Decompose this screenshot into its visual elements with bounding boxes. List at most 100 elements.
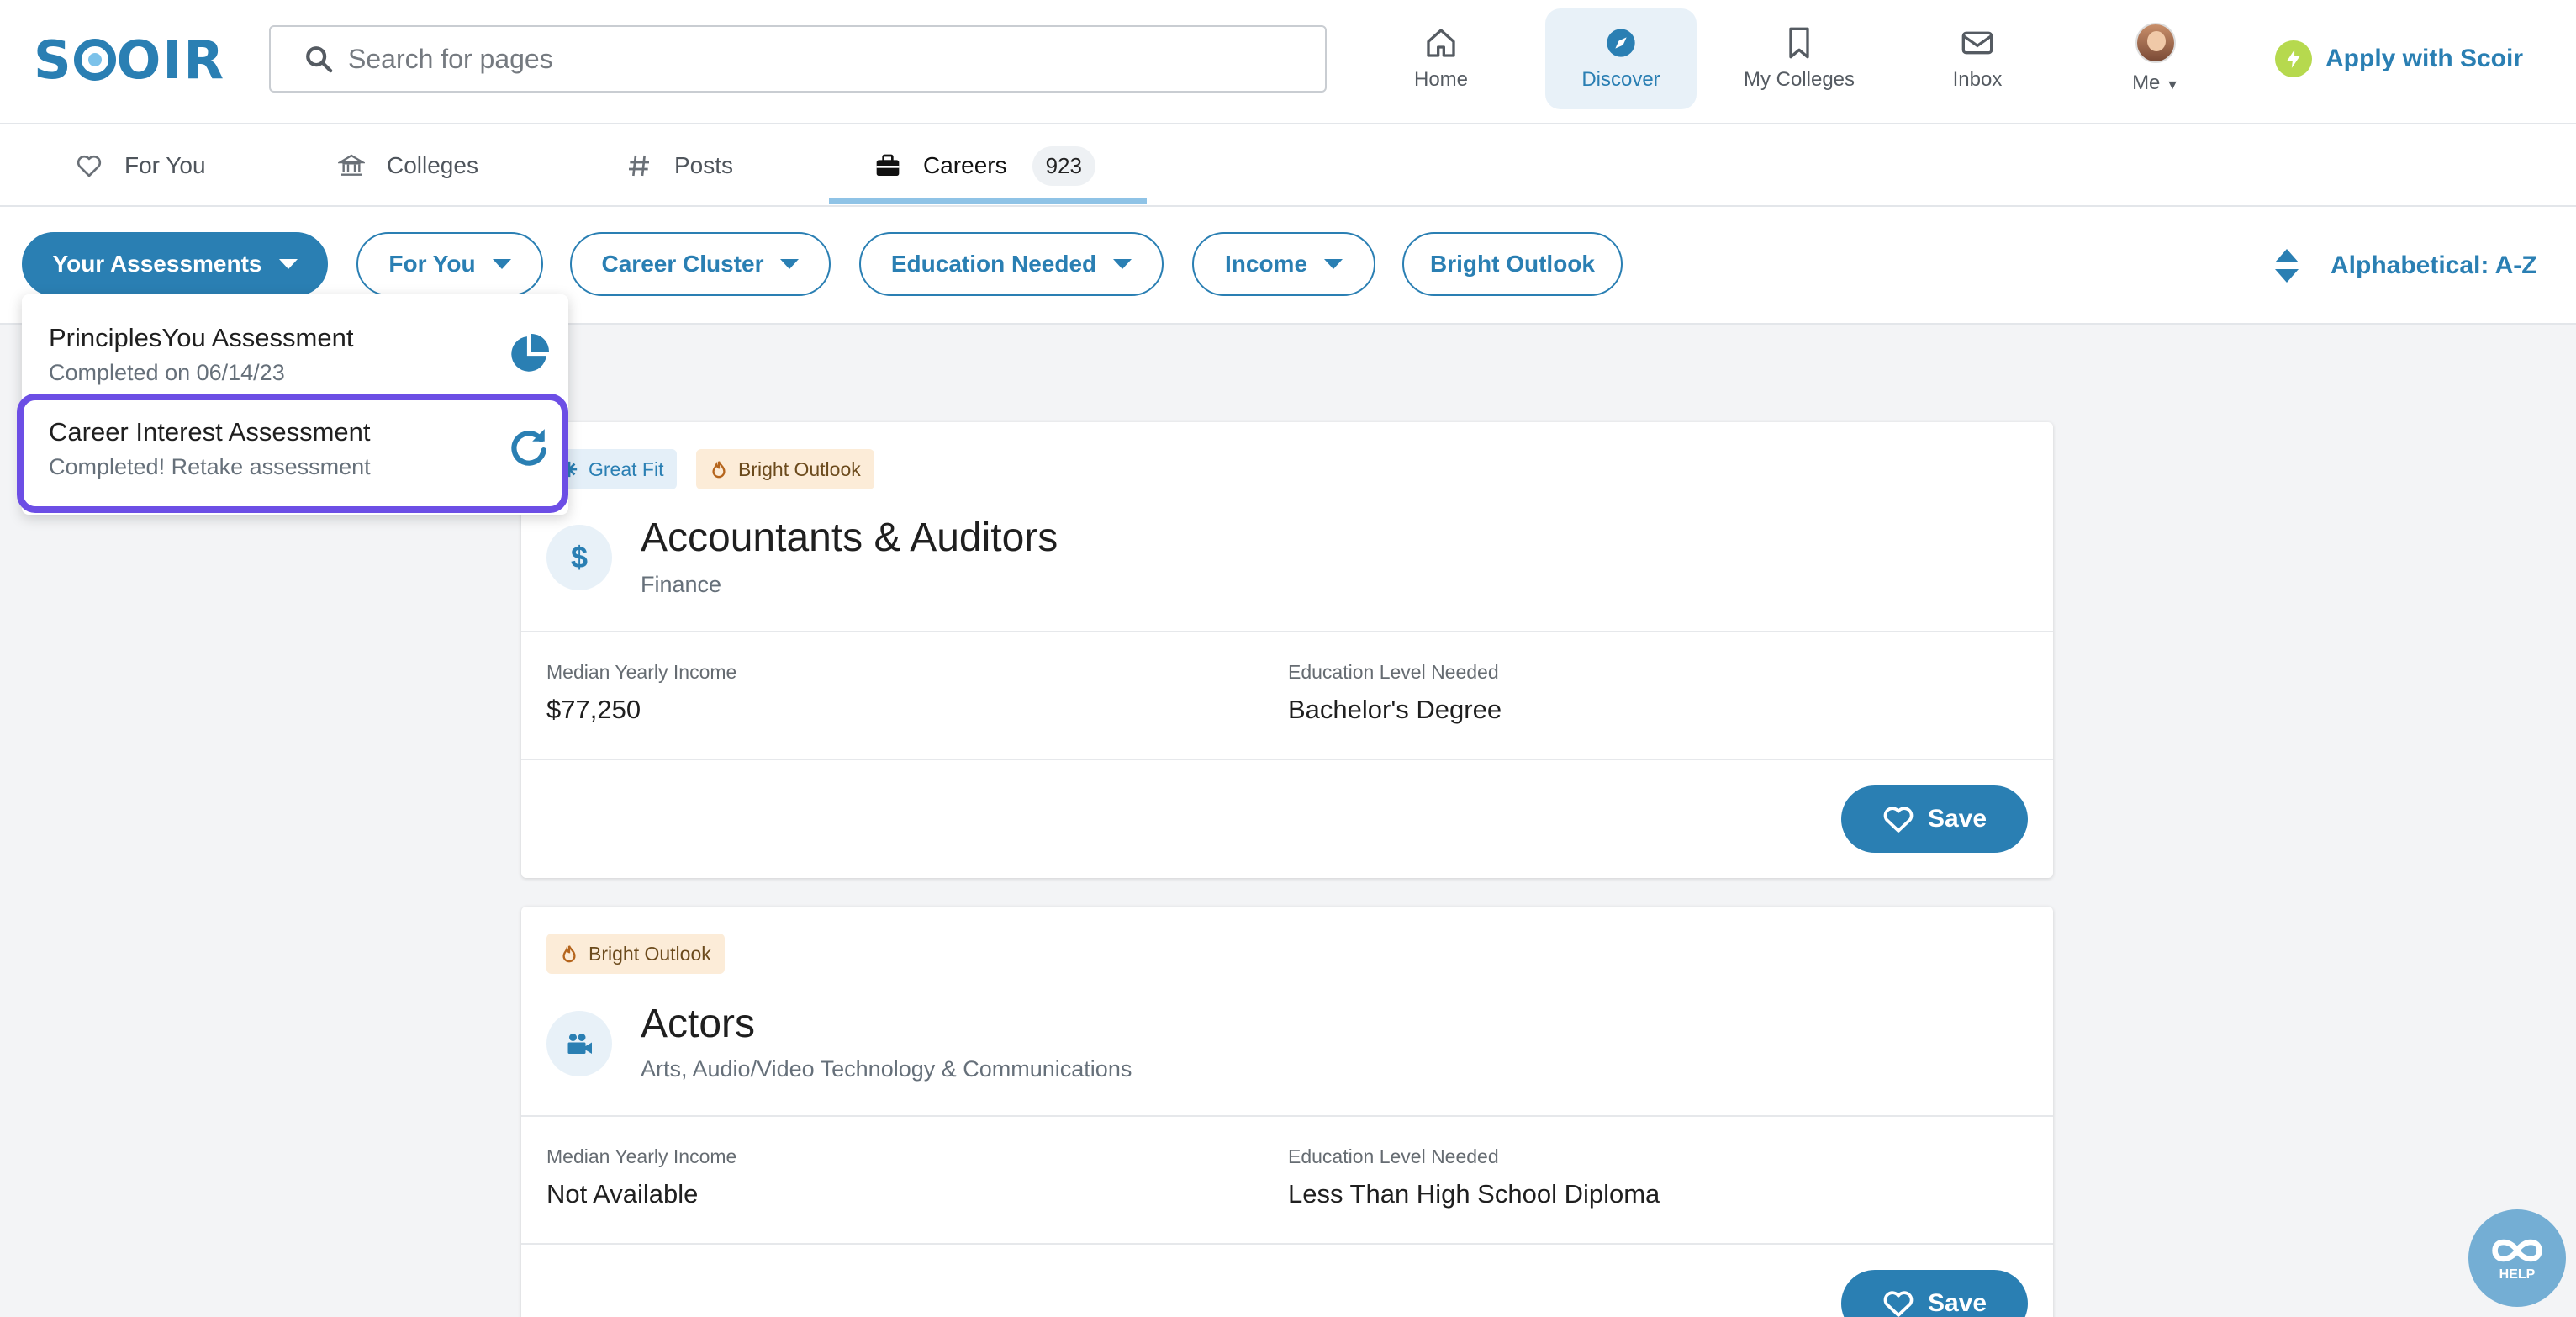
compass-icon [1607,29,1635,57]
hash-icon [629,155,649,177]
income-label: Median Yearly Income [546,661,737,683]
save-button[interactable]: Save [1841,1270,2028,1317]
help-label: HELP [2499,1267,2536,1282]
dollar-icon: $ [546,525,612,590]
card-divider [521,1243,2053,1245]
avatar [2135,23,2176,63]
caret-down-icon: ▼ [2166,78,2179,93]
caret-down-icon [780,259,800,269]
filter-career-cluster[interactable]: Career Cluster [570,232,831,296]
filter-bright-outlook[interactable]: Bright Outlook [1402,232,1623,296]
help-button[interactable]: HELP [2468,1209,2566,1307]
education-label: Education Level Needed [1288,1145,1499,1167]
bright-outlook-badge: Bright Outlook [696,449,874,489]
card-divider [521,759,2053,760]
nav-me[interactable]: Me ▼ [2080,8,2231,109]
tab-careers[interactable]: Careers 923 [874,124,1095,207]
video-camera-icon [546,1011,612,1076]
filter-your-assessments-label: Your Assessments [52,251,262,277]
card-divider [521,1115,2053,1117]
tab-colleges[interactable]: Colleges [338,124,478,207]
nav-discover-label: Discover [1581,68,1660,91]
education-value: Bachelor's Degree [1288,695,1502,724]
filter-bright-outlook-label: Bright Outlook [1430,251,1595,277]
briefcase-icon [876,154,900,176]
sort-control[interactable]: Alphabetical: A-Z [2275,247,2537,284]
menu-item-title: PrinciplesYou Assessment [49,323,354,352]
filter-for-you[interactable]: For You [356,232,543,296]
apply-with-scoir-button[interactable]: Apply with Scoir [2275,35,2523,82]
nav-my-colleges[interactable]: My Colleges [1723,8,1875,109]
nav-discover[interactable]: Discover [1545,8,1697,109]
filter-career-cluster-label: Career Cluster [601,251,764,277]
envelope-icon [1961,31,1993,55]
tab-for-you-label: For You [124,152,206,178]
filter-education-needed[interactable]: Education Needed [859,232,1164,296]
career-cluster: Arts, Audio/Video Technology & Communica… [641,1056,1132,1082]
save-label: Save [1927,1289,1987,1317]
tab-careers-label: Careers [923,152,1007,178]
caret-down-icon [492,259,511,269]
menu-item-principlesyou[interactable]: PrinciplesYou Assessment Completed on 06… [22,294,568,387]
institution-icon [338,154,365,176]
careers-count-badge: 923 [1032,145,1095,186]
income-value: $77,250 [546,695,641,724]
caret-down-icon [1113,259,1132,269]
home-icon [1427,29,1455,57]
tab-colleges-label: Colleges [387,152,478,178]
flame-icon [712,461,726,479]
nav-inbox[interactable]: Inbox [1902,8,2053,109]
career-cluster: Finance [641,572,722,597]
caret-down-icon [278,259,298,269]
bolt-icon [2275,40,2312,77]
badge-label: Bright Outlook [738,458,861,480]
infinity-icon [2492,1239,2542,1262]
save-label: Save [1927,805,1987,833]
nav-home-label: Home [1413,68,1469,91]
sort-icon [2275,249,2299,283]
discover-tabs: For You Colleges Posts Careers 923 [0,124,2576,207]
nav-home[interactable]: Home [1364,8,1518,109]
bright-outlook-badge: Bright Outlook [546,934,725,974]
active-tab-indicator [829,198,1147,204]
apply-label: Apply with Scoir [2325,45,2524,72]
career-title[interactable]: Accountants & Auditors [641,515,1058,561]
search-icon [306,46,333,73]
flame-icon [562,945,576,963]
save-button[interactable]: Save [1841,785,2028,853]
card-divider [521,631,2053,632]
nav-my-colleges-label: My Colleges [1743,68,1855,91]
scoir-logo[interactable]: S OIR [34,29,225,91]
career-title[interactable]: Actors [641,1001,755,1047]
badge-label: Great Fit [589,458,664,480]
pie-chart-icon [511,334,549,372]
filter-income-label: Income [1224,251,1308,277]
filter-income[interactable]: Income [1192,232,1375,296]
career-card[interactable]: Bright Outlook Actors Arts, Audio/Video … [521,907,2053,1317]
heart-icon [1883,1291,1914,1317]
badge-label: Bright Outlook [589,942,711,965]
bookmark-icon [1789,27,1809,59]
nav-inbox-label: Inbox [1952,68,2003,91]
tab-posts-label: Posts [674,152,734,178]
filter-for-you-label: For You [388,251,476,277]
heart-icon [1883,807,1914,833]
tab-posts[interactable]: Posts [626,124,733,207]
tab-for-you[interactable]: For You [76,124,206,207]
filter-your-assessments[interactable]: Your Assessments [22,232,328,296]
filter-education-needed-label: Education Needed [890,251,1097,277]
income-value: Not Available [546,1179,699,1209]
education-value: Less Than High School Diploma [1288,1179,1660,1209]
sort-label: Alphabetical: A-Z [2331,251,2537,279]
education-label: Education Level Needed [1288,661,1499,683]
menu-item-subtitle: Completed on 06/14/23 [49,360,285,385]
heart-icon [77,155,102,177]
top-bar: SOIR Home Discover My Colleges Inbox Me … [0,0,2576,124]
career-card[interactable]: Great Fit Bright Outlook $ Accountants &… [521,422,2053,878]
income-label: Median Yearly Income [546,1145,737,1167]
search-input[interactable] [348,43,1273,75]
nav-me-label: Me [2132,71,2161,94]
highlight-outline [17,394,568,513]
caret-down-icon [1324,259,1343,269]
search-box[interactable] [269,25,1327,93]
